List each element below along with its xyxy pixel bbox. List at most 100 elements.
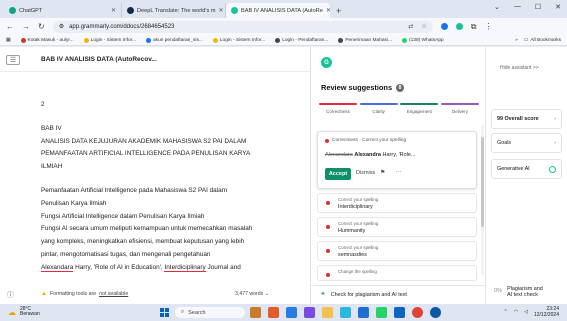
plagiarism-ai-check[interactable]: 0% Plagiarism and AI text check — [494, 286, 543, 298]
overall-score-button[interactable]: 99 Overall score › — [491, 109, 562, 129]
tab-grammarly[interactable]: BAB IV ANALISIS DATA (AutoRe ✕ — [226, 3, 330, 18]
app-icon[interactable] — [250, 307, 261, 318]
address-bar[interactable]: ⚙ app.grammarly.com/ddocs/2684654523 ⇄ ☆ — [52, 20, 433, 33]
suggestion-item[interactable]: Correct your spelling semnasdies — [317, 241, 477, 261]
star-icon[interactable]: ☆ — [421, 23, 426, 30]
taskbar-search[interactable]: ⌕ Search — [175, 307, 245, 318]
line-text: Harry, 'Role of AI in Education', — [73, 263, 165, 271]
tab-label: ChatGPT — [19, 7, 43, 14]
bookmark-item[interactable]: akun pendaftaran_sis... — [146, 37, 203, 43]
bookmark-favicon — [83, 37, 89, 43]
wifi-icon[interactable]: ◠ — [514, 309, 518, 315]
generative-ai-button[interactable]: Generative AI — [491, 159, 562, 179]
apps-grid-icon[interactable]: ▦ — [6, 38, 11, 43]
accept-button[interactable]: Accept — [325, 168, 351, 180]
extension-icon[interactable] — [440, 23, 448, 30]
bookmark-item[interactable]: Penerimaan Mahasi... — [338, 37, 392, 43]
spelling-error-interdiciplinary[interactable]: Interdiciplinary — [164, 263, 206, 272]
reload-icon[interactable]: ↻ — [38, 22, 45, 31]
tab-chatgpt[interactable]: ChatGPT ✕ — [4, 3, 122, 18]
word-count[interactable]: 3,477 words ⌄ — [235, 291, 269, 297]
suggestion-card-expanded[interactable]: Correctness · Correct your spelling Alex… — [317, 131, 477, 189]
volume-icon[interactable]: ◁ — [524, 309, 528, 315]
search-icon: ⌕ — [181, 309, 185, 315]
chrome-icon[interactable] — [412, 307, 423, 318]
grammarly-extension-icon[interactable] — [455, 23, 463, 30]
chevron-right-icon: › — [554, 140, 556, 146]
site-info-icon[interactable]: ⚙ — [59, 23, 64, 30]
all-bookmarks[interactable]: ▭ All Bookmarks — [524, 38, 561, 43]
goals-button[interactable]: Goals › — [491, 133, 562, 153]
doc-line: Fungsi AI secara umum meliputi kemampuan… — [41, 225, 253, 233]
suggestion-item[interactable]: Change the spelling — [317, 265, 477, 281]
app-icon[interactable] — [268, 307, 279, 318]
clock[interactable]: 23:24 12/12/2024 — [534, 306, 559, 318]
bookmark-item[interactable]: Kotak Masuk - aulyr... — [20, 37, 74, 43]
suggestion-item[interactable]: Correct your spelling Hummanity — [317, 217, 477, 237]
bookmark-item[interactable]: Login - Sistem Infor... — [212, 37, 265, 43]
chatgpt-icon — [9, 7, 16, 14]
app-icon[interactable] — [340, 307, 351, 318]
whatsapp-app-icon[interactable] — [376, 307, 387, 318]
app-icon[interactable] — [394, 307, 405, 318]
menu-dots-icon[interactable]: ⋮ — [484, 22, 492, 31]
file-explorer-icon[interactable] — [322, 307, 333, 318]
chevron-down-icon[interactable]: ⌄ — [494, 3, 500, 11]
chevron-up-icon[interactable]: ⌃ — [504, 309, 508, 315]
new-tab-button[interactable]: + — [330, 3, 347, 18]
deepl-icon — [127, 7, 134, 14]
tab-engagement[interactable]: Engagement — [400, 103, 439, 114]
close-icon[interactable]: ✕ — [111, 7, 116, 14]
doc-line: ILMIAH — [41, 163, 63, 171]
category-tabs: Correctness Clarity Engagement Delivery — [319, 103, 479, 114]
doc-line: Fungsi Artificial Intelligence dalam Pen… — [41, 212, 205, 220]
doc-line: Alexandara Harry, 'Role of AI in Educati… — [41, 262, 301, 275]
windows-start-icon[interactable] — [160, 308, 169, 317]
menu-icon[interactable]: ☰ — [6, 55, 20, 65]
chevron-right-icon[interactable]: » — [515, 38, 518, 43]
card-suggestion-text: Alexandara Alexandra Harry, 'Role... — [325, 152, 416, 158]
formatting-warning: ▲ Formatting tools are not available — [41, 291, 129, 297]
app-icon[interactable] — [358, 307, 369, 318]
close-icon[interactable]: ✕ — [218, 7, 223, 14]
app-icon[interactable] — [286, 307, 297, 318]
edge-icon[interactable] — [430, 307, 441, 318]
bookmark-item[interactable]: Login - Sistem Infor... — [83, 37, 136, 43]
document-body[interactable]: 2 BAB IV ANALISIS DATA KEJUJURAN AKADEMI… — [41, 99, 301, 275]
hide-assistant-link[interactable]: Hide assistant >> — [500, 65, 539, 71]
close-window-icon[interactable]: ✕ — [555, 3, 561, 11]
assistant-sidebar: Hide assistant >> 99 Overall score › Goa… — [485, 47, 567, 304]
correctness-dot-icon — [326, 225, 330, 229]
bookmark-item[interactable]: Login - Pendaftaran... — [275, 37, 328, 43]
forward-icon[interactable]: → — [22, 22, 30, 31]
document-title[interactable]: BAB IV ANALISIS DATA (AutoRecov... — [41, 56, 157, 63]
review-panel: G Review suggestions 8 Correctness Clari… — [310, 47, 486, 304]
tab-correctness[interactable]: Correctness — [319, 103, 357, 114]
window-controls: ⌄ — ☐ ✕ — [494, 3, 561, 11]
suggestion-item[interactable]: Correct your spelling Interdiciplinary — [317, 193, 477, 213]
translate-icon[interactable]: ⇄ — [408, 23, 413, 30]
help-icon[interactable]: ⓘ — [7, 290, 14, 300]
dismiss-button[interactable]: Dismiss — [356, 170, 375, 176]
plagiarism-check-bar[interactable]: ❝ Check for plagiarism and AI text — [311, 285, 486, 304]
tab-clarity[interactable]: Clarity — [359, 103, 398, 114]
globe-icon — [275, 37, 281, 43]
more-options-icon[interactable]: ··· — [395, 169, 401, 176]
back-icon[interactable]: ← — [6, 22, 14, 31]
minimize-icon[interactable]: — — [514, 3, 521, 11]
tab-delivery[interactable]: Delivery — [440, 103, 479, 114]
weather-widget[interactable]: ☁ 28°C Berawan — [8, 307, 40, 317]
panel-scrollbar[interactable] — [481, 125, 484, 275]
correctness-dot-icon — [326, 249, 330, 253]
flag-icon[interactable]: ⚑ — [380, 169, 385, 176]
spelling-error-alexandara[interactable]: Alexandara — [41, 263, 74, 272]
tab-deepl[interactable]: DeepL Translate: The world's m ✕ — [122, 3, 226, 18]
grammarly-logo-icon: G — [321, 57, 332, 68]
bookmark-item[interactable]: (138) WhatsApp — [402, 37, 444, 43]
plagiarism-percent: 0% — [494, 288, 503, 294]
maximize-icon[interactable]: ☐ — [535, 3, 541, 11]
puzzle-icon[interactable]: ⧉ — [471, 22, 477, 32]
not-available-link[interactable]: not available — [99, 291, 128, 297]
app-icon[interactable] — [304, 307, 315, 318]
suggested-fix[interactable]: Alexandra — [354, 152, 381, 158]
